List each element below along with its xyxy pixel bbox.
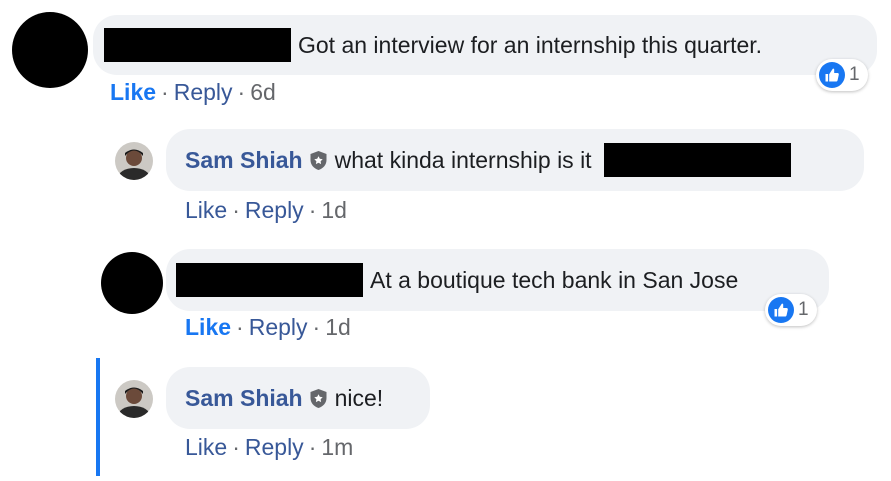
thumbs-up-icon [768,297,794,323]
comment-text: what kinda internship is it [334,146,592,173]
reaction-summary[interactable]: 1 [816,59,868,91]
like-link[interactable]: Like [185,314,231,340]
shield-badge-icon [309,150,328,171]
comment-bubble: At a boutique tech bank in San Jose [166,249,829,311]
comment-bubble: Got an interview for an internship this … [93,15,877,75]
like-link[interactable]: Like [185,197,227,223]
comment-bubble: Sam Shiah nice! [166,367,430,429]
like-link[interactable]: Like [185,434,227,460]
reply-link[interactable]: Reply [249,314,308,340]
author-name[interactable]: Sam Shiah [185,147,303,174]
timestamp[interactable]: 1m [321,434,353,460]
highlight-bar [96,358,100,476]
reply-link[interactable]: Reply [245,197,304,223]
avatar[interactable] [12,12,88,88]
comment-text: nice! [334,384,384,411]
avatar[interactable] [115,142,153,180]
reaction-count: 1 [798,299,809,320]
reaction-count: 1 [849,64,860,85]
thumbs-up-icon [819,62,845,88]
redacted-mention [603,143,791,177]
reaction-summary[interactable]: 1 [765,294,817,326]
avatar[interactable] [115,380,153,418]
comment-bubble: Sam Shiah what kinda internship is it [166,129,864,191]
comment-actions: Like · Reply · 1m [185,434,354,460]
redacted-author-name [176,263,363,297]
timestamp[interactable]: 1d [321,197,347,223]
comment-text: At a boutique tech bank in San Jose [370,266,739,293]
timestamp[interactable]: 1d [325,314,351,340]
redacted-author-name [104,28,291,62]
comment-text: Got an interview for an internship this … [298,31,763,58]
reply-link[interactable]: Reply [174,79,233,105]
comment-actions: Like · Reply · 6d [110,79,276,105]
author-name[interactable]: Sam Shiah [185,385,303,412]
reply-link[interactable]: Reply [245,434,304,460]
like-link[interactable]: Like [110,79,156,105]
comment-actions: Like · Reply · 1d [185,314,351,340]
comment-actions: Like · Reply · 1d [185,197,347,223]
timestamp[interactable]: 6d [250,79,276,105]
shield-badge-icon [309,388,328,409]
avatar[interactable] [101,252,163,314]
